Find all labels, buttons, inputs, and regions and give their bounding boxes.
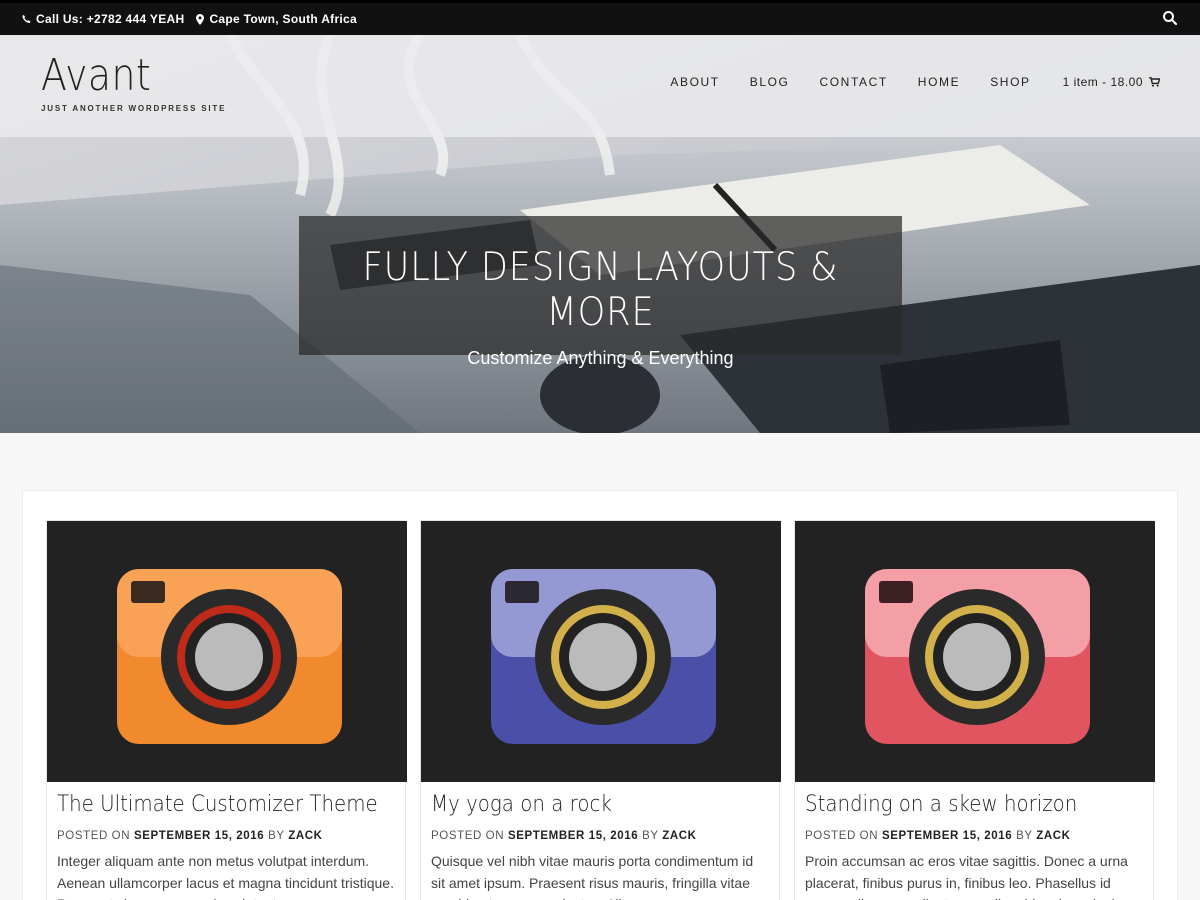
post-excerpt: Quisque vel nibh vitae mauris porta cond… bbox=[431, 853, 754, 900]
post-meta: POSTED ON SEPTEMBER 15, 2016 BY ZACK bbox=[57, 830, 323, 842]
post-card: The Ultimate Customizer Theme POSTED ON … bbox=[46, 520, 407, 900]
site-tagline: JUST ANOTHER WORDPRESS SITE bbox=[41, 104, 227, 113]
post-title[interactable]: The Ultimate Customizer Theme bbox=[57, 792, 378, 817]
nav-item-home[interactable]: HOME bbox=[918, 75, 960, 89]
post-excerpt: Proin accumsan ac eros vitae sagittis. D… bbox=[805, 853, 1128, 900]
map-marker-icon bbox=[196, 13, 205, 25]
location-text: Cape Town, South Africa bbox=[209, 12, 358, 26]
phone-text: Call Us: +2782 444 YEAH bbox=[36, 12, 185, 26]
post-title[interactable]: Standing on a skew horizon bbox=[805, 792, 1077, 817]
site-logo[interactable]: Avant JUST ANOTHER WORDPRESS SITE bbox=[41, 51, 227, 114]
nav-item-contact[interactable]: CONTACT bbox=[819, 75, 887, 89]
cart-link[interactable]: 1 item - 18.00 bbox=[1063, 75, 1160, 89]
post-date[interactable]: SEPTEMBER 15, 2016 bbox=[882, 830, 1012, 842]
banner-title: FULLY DESIGN LAYOUTS & MORE bbox=[362, 245, 839, 335]
posted-on-label: POSTED ON bbox=[805, 830, 879, 842]
nav-item-blog[interactable]: BLOG bbox=[750, 75, 790, 89]
post-author[interactable]: ZACK bbox=[288, 830, 322, 842]
post-thumbnail[interactable] bbox=[47, 521, 407, 782]
top-bar: Call Us: +2782 444 YEAH Cape Town, South… bbox=[0, 0, 1200, 35]
post-card: My yoga on a rock POSTED ON SEPTEMBER 15… bbox=[420, 520, 781, 900]
posts-container: The Ultimate Customizer Theme POSTED ON … bbox=[22, 490, 1178, 900]
by-label: BY bbox=[268, 830, 285, 842]
post-card: Standing on a skew horizon POSTED ON SEP… bbox=[794, 520, 1155, 900]
hero-banner: FULLY DESIGN LAYOUTS & MORE Customize An… bbox=[299, 216, 902, 368]
post-date[interactable]: SEPTEMBER 15, 2016 bbox=[508, 830, 638, 842]
contact-info: Call Us: +2782 444 YEAH Cape Town, South… bbox=[22, 3, 357, 35]
camera-icon bbox=[865, 569, 1090, 744]
site-title[interactable]: Avant bbox=[41, 51, 200, 101]
phone-info: Call Us: +2782 444 YEAH bbox=[22, 12, 184, 26]
camera-icon bbox=[117, 569, 342, 744]
site-header: Avant JUST ANOTHER WORDPRESS SITE ABOUT … bbox=[0, 35, 1200, 137]
main-nav: ABOUT BLOG CONTACT HOME SHOP 1 item - 18… bbox=[640, 75, 1160, 89]
post-meta: POSTED ON SEPTEMBER 15, 2016 BY ZACK bbox=[431, 830, 697, 842]
post-author[interactable]: ZACK bbox=[1036, 830, 1070, 842]
phone-icon bbox=[22, 14, 31, 24]
post-meta: POSTED ON SEPTEMBER 15, 2016 BY ZACK bbox=[805, 830, 1071, 842]
banner-subtitle: Customize Anything & Everything bbox=[467, 348, 734, 368]
search-icon[interactable] bbox=[1162, 10, 1178, 26]
location-info: Cape Town, South Africa bbox=[196, 12, 357, 26]
posted-on-label: POSTED ON bbox=[57, 830, 131, 842]
post-thumbnail[interactable] bbox=[795, 521, 1155, 782]
posted-on-label: POSTED ON bbox=[431, 830, 505, 842]
post-author[interactable]: ZACK bbox=[662, 830, 696, 842]
by-label: BY bbox=[642, 830, 659, 842]
post-thumbnail[interactable] bbox=[421, 521, 781, 782]
camera-icon bbox=[491, 569, 716, 744]
hero-section: Avant JUST ANOTHER WORDPRESS SITE ABOUT … bbox=[0, 35, 1200, 433]
cart-summary: 1 item - 18.00 bbox=[1062, 75, 1143, 89]
post-excerpt: Integer aliquam ante non metus volutpat … bbox=[57, 853, 394, 900]
post-date[interactable]: SEPTEMBER 15, 2016 bbox=[134, 830, 264, 842]
by-label: BY bbox=[1016, 830, 1033, 842]
cart-icon bbox=[1149, 77, 1160, 87]
nav-item-about[interactable]: ABOUT bbox=[670, 75, 719, 89]
nav-item-shop[interactable]: SHOP bbox=[990, 75, 1030, 89]
post-title[interactable]: My yoga on a rock bbox=[431, 792, 612, 817]
